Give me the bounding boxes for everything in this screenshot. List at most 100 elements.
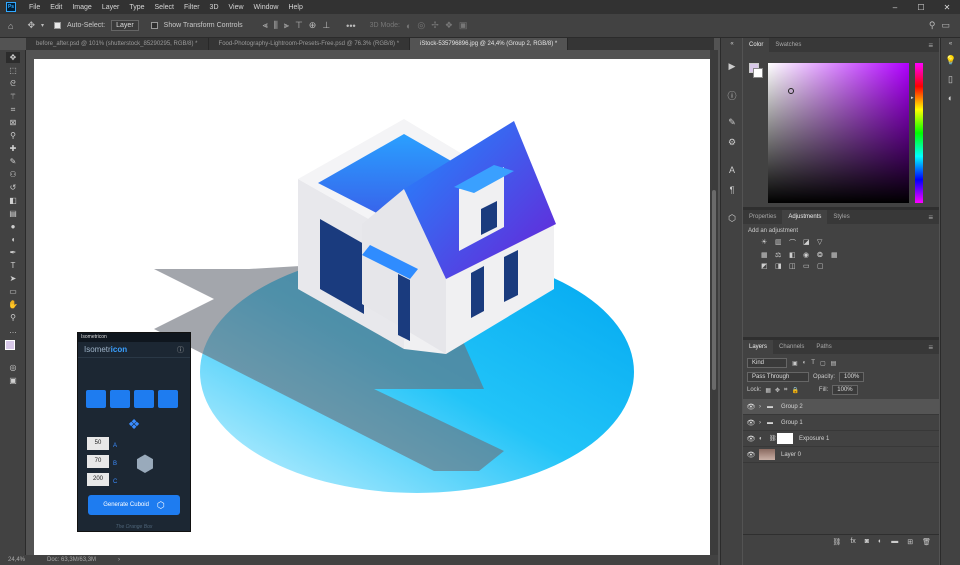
menu-3d[interactable]: 3D bbox=[205, 4, 224, 11]
add-mask-icon[interactable]: ◙ bbox=[865, 538, 869, 545]
dodge-tool-icon[interactable]: ◖ bbox=[6, 234, 20, 245]
layer-name[interactable]: Group 1 bbox=[781, 420, 803, 426]
chevron-down-icon[interactable]: ▾ bbox=[41, 22, 44, 29]
collapse-icon[interactable]: « bbox=[726, 41, 738, 53]
filter-smart-icon[interactable]: ▤ bbox=[831, 360, 837, 367]
tab-before-after[interactable]: before_after.psd @ 101% (shutterstock_85… bbox=[26, 38, 209, 50]
screen-mode-icon[interactable]: ▣ bbox=[6, 375, 20, 386]
tab-properties[interactable]: Properties bbox=[743, 210, 782, 224]
shape-left-button[interactable] bbox=[86, 390, 106, 408]
visibility-eye-icon[interactable]: 👁 bbox=[743, 435, 759, 443]
new-layer-icon[interactable]: ⊞ bbox=[907, 538, 913, 546]
maximize-button[interactable]: ☐ bbox=[908, 3, 934, 12]
tab-styles[interactable]: Styles bbox=[827, 210, 855, 224]
clone-stamp-tool-icon[interactable]: ⚇ bbox=[6, 169, 20, 180]
gradient-map-icon[interactable]: ▭ bbox=[803, 262, 814, 270]
eraser-tool-icon[interactable]: ◧ bbox=[6, 195, 20, 206]
visibility-eye-icon[interactable]: 👁 bbox=[743, 451, 759, 459]
workspace-icon[interactable]: ▭ bbox=[941, 20, 950, 31]
marquee-tool-icon[interactable]: ⬚ bbox=[6, 65, 20, 76]
layer-name[interactable]: Group 2 bbox=[781, 404, 803, 410]
link-layers-icon[interactable]: ⛓ bbox=[832, 538, 841, 546]
tab-adjustments[interactable]: Adjustments bbox=[782, 210, 828, 224]
selective-color-icon[interactable]: ▢ bbox=[817, 262, 828, 270]
hand-tool-icon[interactable]: ✋ bbox=[6, 299, 20, 310]
filter-type-icon[interactable]: T bbox=[811, 360, 815, 366]
move-tool-icon[interactable]: ✥ bbox=[27, 20, 35, 31]
filter-adjustment-icon[interactable]: ◐ bbox=[803, 360, 807, 366]
exposure-icon[interactable]: ◪ bbox=[803, 238, 814, 248]
fill-input[interactable]: 100% bbox=[832, 385, 858, 395]
shape-right-button[interactable] bbox=[110, 390, 130, 408]
eyedropper-tool-icon[interactable]: ⚲ bbox=[6, 130, 20, 141]
plugin-tab[interactable]: Isometricon bbox=[78, 333, 190, 342]
menu-help[interactable]: Help bbox=[283, 4, 307, 11]
magic-wand-tool-icon[interactable]: ⚚ bbox=[6, 91, 20, 102]
panel-menu-icon[interactable]: ≡ bbox=[928, 41, 933, 50]
shape-top-button[interactable] bbox=[134, 390, 154, 408]
zoom-level[interactable]: 24,4% bbox=[8, 555, 25, 565]
history-brush-tool-icon[interactable]: ↺ bbox=[6, 182, 20, 193]
character-icon[interactable]: A bbox=[726, 165, 738, 177]
tab-istock[interactable]: iStock-535796896.jpg @ 24,4% (Group 2, R… bbox=[410, 38, 569, 50]
show-transform-checkbox[interactable] bbox=[150, 22, 158, 29]
info-icon[interactable]: ⓘ bbox=[726, 89, 738, 101]
new-adjustment-icon[interactable]: ◐ bbox=[878, 538, 882, 545]
align-center-icon[interactable]: ⫼ bbox=[274, 20, 278, 31]
panel-menu-icon[interactable]: ≡ bbox=[928, 213, 933, 222]
quick-mask-icon[interactable]: ◎ bbox=[6, 362, 20, 373]
value-a-input[interactable]: 50 bbox=[87, 437, 109, 450]
channel-mixer-icon[interactable]: ❂ bbox=[817, 251, 828, 259]
fx-icon[interactable]: fx bbox=[850, 538, 855, 545]
tab-channels[interactable]: Channels bbox=[773, 340, 810, 354]
curves-icon[interactable]: ⌒ bbox=[789, 238, 800, 248]
more-options-icon[interactable]: ••• bbox=[346, 21, 355, 31]
lasso-tool-icon[interactable]: ᘓ bbox=[6, 78, 20, 89]
background-swatch[interactable] bbox=[753, 68, 763, 78]
path-selection-tool-icon[interactable]: ➤ bbox=[6, 273, 20, 284]
menu-file[interactable]: File bbox=[24, 4, 45, 11]
tab-color[interactable]: Color bbox=[743, 38, 770, 52]
search-icon[interactable]: ⚲ bbox=[929, 20, 936, 31]
filter-shape-icon[interactable]: ▢ bbox=[820, 360, 826, 367]
chevron-right-icon[interactable]: › bbox=[759, 404, 767, 410]
learn-icon[interactable]: 💡 bbox=[945, 55, 956, 66]
align-right-icon[interactable]: ⫸ bbox=[284, 20, 289, 31]
visibility-eye-icon[interactable]: 👁 bbox=[743, 419, 759, 427]
color-balance-icon[interactable]: ⚖ bbox=[775, 251, 786, 259]
hue-saturation-icon[interactable]: ▦ bbox=[761, 251, 772, 259]
vibrance-icon[interactable]: ▽ bbox=[817, 238, 828, 248]
photo-filter-icon[interactable]: ◉ bbox=[803, 251, 814, 259]
menu-layer[interactable]: Layer bbox=[97, 4, 125, 11]
play-icon[interactable]: ▶ bbox=[726, 61, 738, 73]
zoom-tool-icon[interactable]: ⚲ bbox=[6, 312, 20, 323]
shape-angle-button[interactable] bbox=[158, 390, 178, 408]
value-c-input[interactable]: 200 bbox=[87, 473, 109, 486]
3d-scale-icon[interactable]: ▣ bbox=[459, 20, 468, 31]
scroll-thumb[interactable] bbox=[712, 190, 716, 390]
paragraph-icon[interactable]: ¶ bbox=[726, 185, 738, 197]
menu-edit[interactable]: Edit bbox=[45, 4, 67, 11]
3d-icon[interactable]: ⬡ bbox=[726, 213, 738, 225]
brightness-contrast-icon[interactable]: ☀ bbox=[761, 238, 772, 248]
panel-menu-icon[interactable]: ≡ bbox=[928, 343, 933, 352]
layer-row[interactable]: 👁 › ▬ Group 2 bbox=[743, 399, 939, 415]
collapse-icon[interactable]: « bbox=[945, 41, 956, 47]
black-white-icon[interactable]: ◧ bbox=[789, 251, 800, 259]
pen-tool-icon[interactable]: ✒ bbox=[6, 247, 20, 258]
layer-row[interactable]: 👁 › ▬ Group 1 bbox=[743, 415, 939, 431]
home-icon[interactable]: ⌂ bbox=[8, 21, 13, 31]
properties-icon[interactable]: ⚙ bbox=[726, 137, 738, 149]
menu-image[interactable]: Image bbox=[67, 4, 96, 11]
color-lookup-icon[interactable]: ▦ bbox=[831, 251, 842, 259]
tab-swatches[interactable]: Swatches bbox=[769, 38, 807, 52]
value-b-input[interactable]: 70 bbox=[87, 455, 109, 468]
filter-pixel-icon[interactable]: ▣ bbox=[792, 360, 798, 367]
more-tools-icon[interactable]: … bbox=[6, 325, 20, 336]
info-icon[interactable]: ⓘ bbox=[177, 345, 184, 355]
brush-settings-icon[interactable]: ✎ bbox=[726, 117, 738, 129]
layer-row[interactable]: 👁 Layer 0 bbox=[743, 447, 939, 463]
libraries-icon[interactable]: ▯ bbox=[945, 74, 956, 85]
lock-all-icon[interactable]: 🔒 bbox=[791, 387, 798, 394]
invert-icon[interactable]: ◩ bbox=[761, 262, 772, 270]
